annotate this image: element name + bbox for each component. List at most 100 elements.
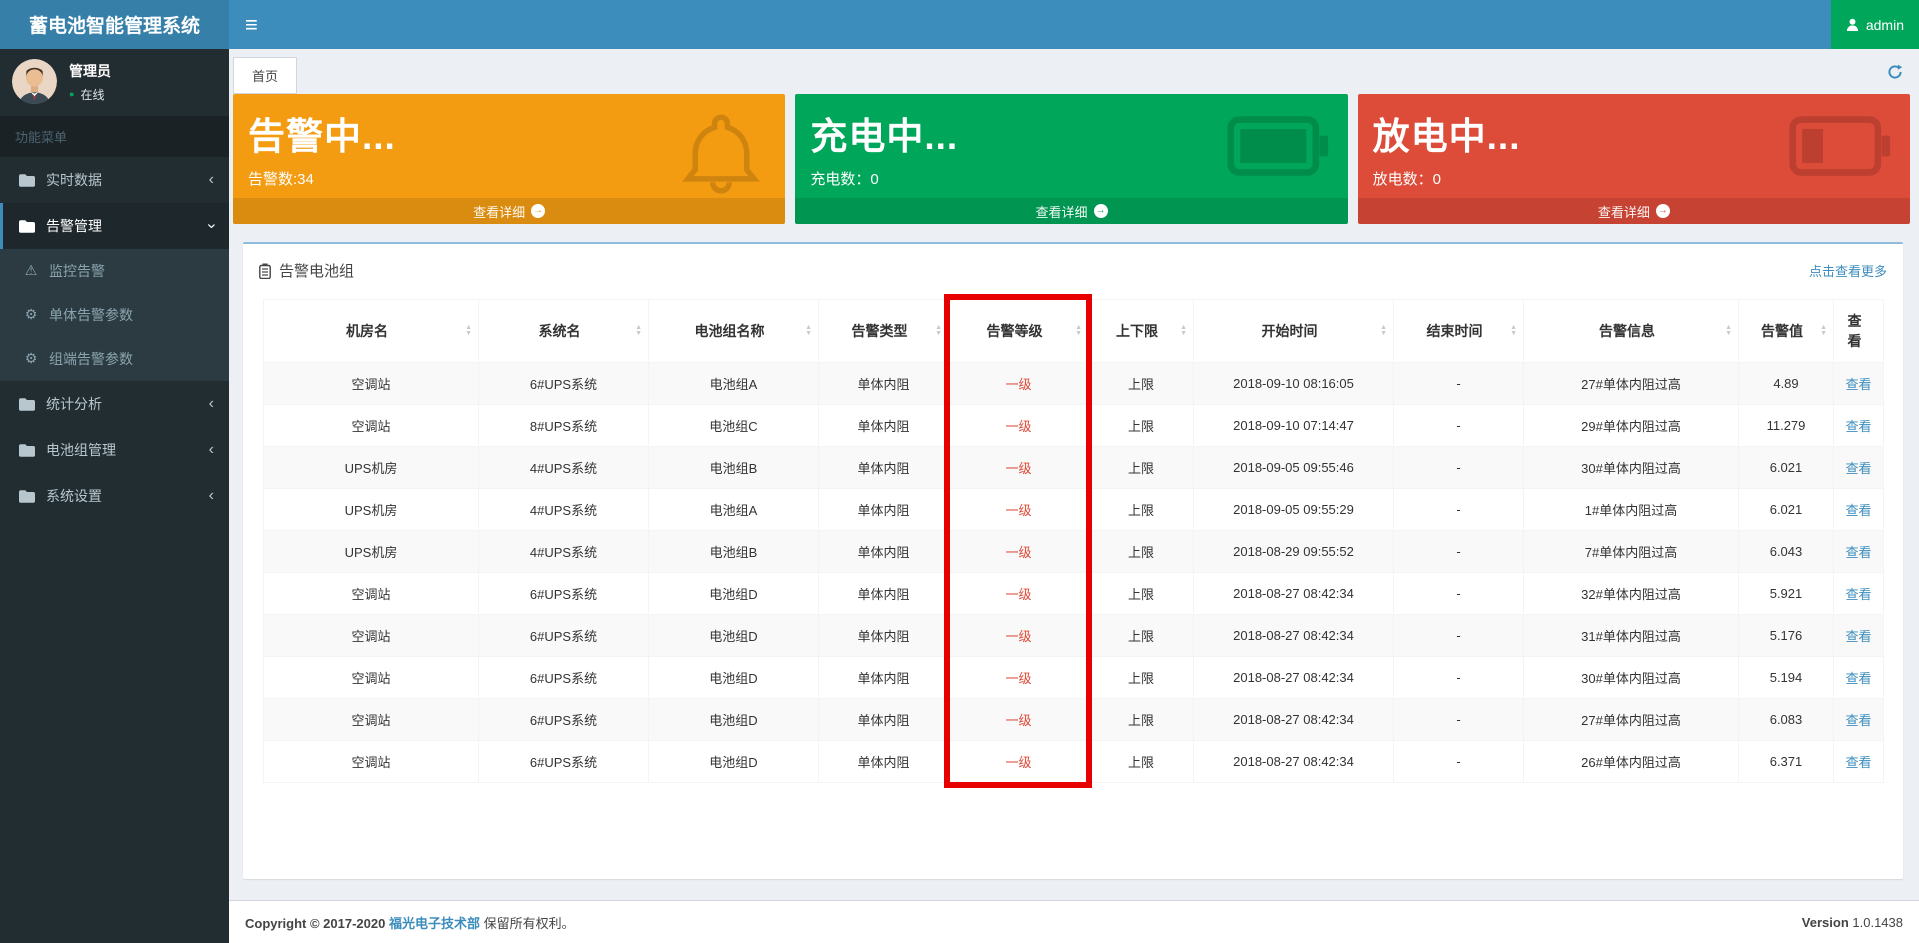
sort-arrows-icon[interactable]: ▲▼ [1510,325,1517,337]
version-label: Version [1802,915,1849,930]
sidebar-item-alarm-management[interactable]: 告警管理 ‹ [0,203,229,249]
view-link[interactable]: 查看 [1845,671,1871,686]
alarm-level-value: 一级 [1005,629,1031,644]
sort-arrows-icon[interactable]: ▲▼ [1380,325,1387,337]
table-cell[interactable]: 查看 [1834,447,1884,489]
view-link[interactable]: 查看 [1845,545,1871,560]
table-cell: 一级 [949,363,1089,405]
table-cell[interactable]: 查看 [1834,615,1884,657]
column-header[interactable]: 告警等级 ▲▼ [949,300,1089,363]
table-cell: 一级 [949,573,1089,615]
sidebar-item-cell-alarm-params[interactable]: ⚙ 单体告警参数 [0,293,229,337]
table-cell[interactable]: 查看 [1834,699,1884,741]
table-cell: 单体内阻 [819,405,949,447]
view-link[interactable]: 查看 [1845,377,1871,392]
sort-arrows-icon[interactable]: ▲▼ [635,325,642,337]
table-cell: - [1394,531,1524,573]
sort-arrows-icon[interactable]: ▲▼ [1820,325,1827,337]
column-header[interactable]: 结束时间▲▼ [1394,300,1524,363]
column-header[interactable]: 机房名▲▼ [264,300,479,363]
table-row: 空调站8#UPS系统电池组C单体内阻一级上限2018-09-10 07:14:4… [264,405,1884,447]
view-link[interactable]: 查看 [1845,587,1871,602]
column-header: 查看 [1834,300,1884,363]
company-link[interactable]: 福光电子技术部 [389,916,480,931]
column-header[interactable]: 告警信息▲▼ [1524,300,1739,363]
refresh-icon[interactable] [1887,49,1903,94]
sort-arrows-icon[interactable]: ▲▼ [1075,325,1082,337]
table-cell: 2018-09-10 07:14:47 [1194,405,1394,447]
table-cell[interactable]: 查看 [1834,741,1884,783]
table-cell[interactable]: 查看 [1834,573,1884,615]
table-cell: 2018-08-27 08:42:34 [1194,657,1394,699]
table-cell[interactable]: 查看 [1834,405,1884,447]
table-cell: 上限 [1089,363,1194,405]
table-cell: 6.371 [1739,741,1834,783]
arrow-circle-right-icon: → [531,204,545,218]
view-link[interactable]: 查看 [1845,461,1871,476]
view-link[interactable]: 查看 [1845,755,1871,770]
table-cell: - [1394,699,1524,741]
alarm-battery-panel: 告警电池组 点击查看更多 机房名▲▼系统名▲▼电池组名称▲▼告警类型▲▼告警等级… [243,242,1903,879]
sort-arrows-icon[interactable]: ▲▼ [465,325,472,337]
table-cell: 单体内阻 [819,531,949,573]
column-header[interactable]: 告警类型▲▼ [819,300,949,363]
sidebar-item-battery-group-management[interactable]: 电池组管理 ‹ [0,427,229,473]
arrow-circle-right-icon: → [1094,204,1108,218]
sidebar-toggle-button[interactable]: ≡ [229,0,274,49]
user-menu-button[interactable]: admin [1831,0,1919,49]
table-cell: 空调站 [264,573,479,615]
view-more-link[interactable]: 点击查看更多 [1809,261,1887,280]
sort-arrows-icon[interactable]: ▲▼ [935,325,942,337]
table-cell: 单体内阻 [819,657,949,699]
column-header[interactable]: 电池组名称▲▼ [649,300,819,363]
view-link[interactable]: 查看 [1845,713,1871,728]
sidebar-item-monitor-alarm[interactable]: ⚠ 监控告警 [0,249,229,293]
sidebar-item-label: 电池组管理 [46,440,116,460]
table-cell: 2018-09-05 09:55:29 [1194,489,1394,531]
sidebar-item-realtime-data[interactable]: 实时数据 ‹ [0,157,229,203]
version-text: Version 1.0.1438 [1802,915,1903,930]
card-detail-button[interactable]: 查看详细 → [1358,198,1910,224]
column-header[interactable]: 系统名▲▼ [479,300,649,363]
table-cell[interactable]: 查看 [1834,363,1884,405]
table-cell: 2018-08-27 08:42:34 [1194,741,1394,783]
table-cell[interactable]: 查看 [1834,489,1884,531]
table-row: UPS机房4#UPS系统电池组B单体内阻一级上限2018-08-29 09:55… [264,531,1884,573]
table-cell: - [1394,573,1524,615]
sort-arrows-icon[interactable]: ▲▼ [805,325,812,337]
column-header-label: 告警等级 [987,323,1043,339]
sidebar-item-group-alarm-params[interactable]: ⚙ 组端告警参数 [0,337,229,381]
sidebar: 管理员 ● 在线 功能菜单 实时数据 ‹ 告警管理 ‹ ⚠ [0,49,229,943]
table-cell: 上限 [1089,699,1194,741]
table-cell: 2018-08-27 08:42:34 [1194,699,1394,741]
table-cell: 单体内阻 [819,363,949,405]
alarm-level-value: 一级 [1005,671,1031,686]
table-cell: 一级 [949,741,1089,783]
column-header[interactable]: 开始时间▲▼ [1194,300,1394,363]
table-cell: 电池组D [649,573,819,615]
view-link[interactable]: 查看 [1845,629,1871,644]
table-cell: 电池组A [649,363,819,405]
column-header[interactable]: 上下限▲▼ [1089,300,1194,363]
column-header[interactable]: 告警值▲▼ [1739,300,1834,363]
table-cell: UPS机房 [264,447,479,489]
card-detail-button[interactable]: 查看详细 → [795,198,1347,224]
card-detail-button[interactable]: 查看详细 → [233,198,785,224]
tab-home[interactable]: 首页 [233,57,297,94]
sidebar-item-system-settings[interactable]: 系统设置 ‹ [0,473,229,519]
sidebar-item-statistics[interactable]: 统计分析 ‹ [0,381,229,427]
table-cell: 上限 [1089,489,1194,531]
view-link[interactable]: 查看 [1845,503,1871,518]
table-cell: UPS机房 [264,531,479,573]
table-body: 空调站6#UPS系统电池组A单体内阻一级上限2018-09-10 08:16:0… [264,363,1884,783]
sort-arrows-icon[interactable]: ▲▼ [1180,325,1187,337]
sort-arrows-icon[interactable]: ▲▼ [1725,325,1732,337]
table-cell: 空调站 [264,405,479,447]
view-link[interactable]: 查看 [1845,419,1871,434]
user-icon [1846,18,1859,31]
table-cell[interactable]: 查看 [1834,531,1884,573]
table-cell: 6.043 [1739,531,1834,573]
top-header: 蓄电池智能管理系统 ≡ admin [0,0,1919,49]
table-cell[interactable]: 查看 [1834,657,1884,699]
table-cell: 2018-08-29 09:55:52 [1194,531,1394,573]
